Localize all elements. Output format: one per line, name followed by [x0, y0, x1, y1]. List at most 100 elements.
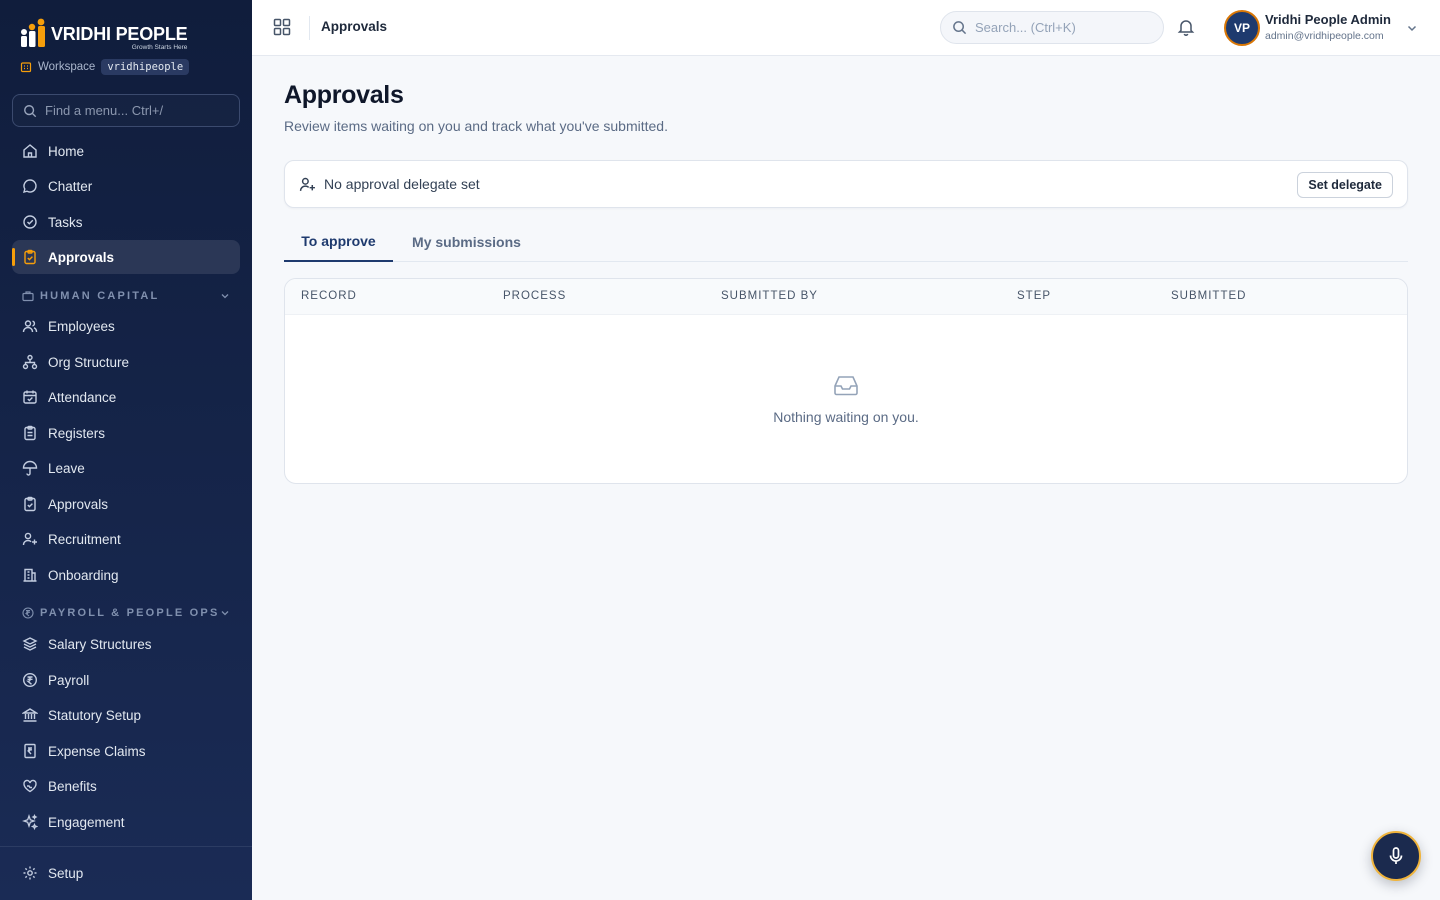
approvals-table: RECORD PROCESS SUBMITTED BY STEP SUBMITT… [284, 278, 1408, 484]
column-header-submitted[interactable]: SUBMITTED [1171, 290, 1246, 302]
clipboard-list-icon [24, 425, 36, 441]
column-header-step[interactable]: STEP [1017, 290, 1051, 302]
bell-icon[interactable] [1176, 17, 1196, 37]
brand-name: VRIDHI PEOPLE [51, 24, 188, 44]
home-icon [23, 144, 37, 158]
empty-state-text: Nothing waiting on you. [773, 409, 919, 425]
nav-onboarding[interactable]: Onboarding [12, 558, 240, 592]
check-circle-icon [23, 215, 37, 229]
nav-org-structure[interactable]: Org Structure [12, 345, 240, 379]
rupee-circle-icon [22, 672, 38, 688]
nav-label: Salary Structures [48, 636, 152, 652]
approval-tabs: To approve My submissions [284, 222, 1408, 262]
section-human-capital[interactable]: HUMAN CAPITAL [22, 286, 230, 306]
breadcrumb: Approvals [321, 19, 388, 34]
nav-label: Benefits [48, 778, 97, 794]
nav-engagement[interactable]: Engagement [12, 805, 240, 839]
sidebar-divider [0, 846, 252, 847]
calendar-check-icon [23, 390, 37, 404]
table-header: RECORD PROCESS SUBMITTED BY STEP SUBMITT… [285, 279, 1407, 315]
chevron-down-icon [221, 294, 229, 299]
brand-tagline: Growth Starts Here [131, 44, 188, 51]
delegate-banner: No approval delegate set Set delegate [284, 160, 1408, 208]
inbox-icon [834, 376, 858, 396]
nav-label: Onboarding [48, 567, 119, 583]
global-search[interactable] [940, 11, 1164, 44]
gear-icon [23, 866, 37, 880]
layers-icon [22, 637, 38, 651]
tab-my-submissions[interactable]: My submissions [399, 222, 534, 262]
delegate-status: No approval delegate set [324, 176, 480, 192]
chevron-down-icon[interactable] [1406, 22, 1418, 34]
nav-label: Payroll [48, 672, 90, 688]
menu-search[interactable] [12, 94, 240, 127]
nav-label: Chatter [48, 178, 93, 194]
global-search-input[interactable] [975, 20, 1155, 35]
topbar-divider [309, 16, 310, 40]
nav-benefits[interactable]: Benefits [12, 769, 240, 803]
clipboard-check-icon [24, 249, 36, 265]
users-icon [22, 320, 38, 333]
rupee-circle-icon [22, 607, 34, 619]
app-grid-icon[interactable] [272, 17, 292, 37]
search-icon [953, 21, 967, 35]
workspace-badge[interactable]: vridhipeople [101, 59, 190, 75]
nav-label: Approvals [48, 249, 115, 265]
logo-people-icon [21, 18, 45, 47]
building-icon [20, 62, 32, 73]
brand-logo[interactable]: VRIDHI PEOPLE Growth Starts Here [20, 18, 188, 51]
workspace-indicator: Workspace vridhipeople [20, 59, 190, 75]
nav-expense-claims[interactable]: Expense Claims [12, 734, 240, 768]
nav-label: Statutory Setup [48, 707, 142, 723]
building-icon [23, 568, 37, 582]
column-header-process[interactable]: PROCESS [503, 290, 566, 302]
menu-search-input[interactable] [45, 103, 225, 118]
nav-label: Org Structure [48, 354, 130, 370]
chat-icon [23, 179, 37, 193]
nav-chatter[interactable]: Chatter [12, 169, 240, 203]
workspace-label: Workspace [38, 61, 96, 73]
column-header-submitted-by[interactable]: SUBMITTED BY [721, 290, 818, 302]
nav-setup[interactable]: Setup [12, 856, 240, 890]
search-icon [24, 104, 37, 117]
nav-salary-structures[interactable]: Salary Structures [12, 627, 240, 661]
nav-label: Expense Claims [48, 743, 146, 759]
nav-label: Employees [48, 318, 115, 334]
column-header-record[interactable]: RECORD [301, 290, 357, 302]
user-plus-icon [299, 177, 315, 191]
set-delegate-button[interactable]: Set delegate [1297, 172, 1393, 198]
nav-approvals[interactable]: Approvals [12, 240, 240, 274]
voice-assistant-button[interactable] [1371, 831, 1421, 881]
nav-registers[interactable]: Registers [12, 416, 240, 450]
nav-label: Engagement [48, 814, 125, 830]
section-payroll[interactable]: PAYROLL & PEOPLE OPS [22, 603, 230, 623]
sidebar: VRIDHI PEOPLE Growth Starts Here Workspa… [0, 0, 252, 900]
nav-leave[interactable]: Leave [12, 451, 240, 485]
nav-label: Approvals [48, 496, 109, 512]
user-email: admin@vridhipeople.com [1265, 30, 1384, 42]
nav-label: Setup [48, 865, 84, 881]
nav-label: Registers [48, 425, 106, 441]
nav-payroll[interactable]: Payroll [12, 663, 240, 697]
nav-hc-approvals[interactable]: Approvals [12, 487, 240, 521]
section-title: HUMAN CAPITAL [40, 290, 160, 302]
section-title: PAYROLL & PEOPLE OPS [40, 607, 220, 619]
nav-recruitment[interactable]: Recruitment [12, 522, 240, 556]
heart-hand-icon [23, 779, 37, 793]
nav-home[interactable]: Home [12, 134, 240, 168]
nav-label: Attendance [48, 389, 117, 405]
nav-statutory-setup[interactable]: Statutory Setup [12, 698, 240, 732]
nav-employees[interactable]: Employees [12, 309, 240, 343]
nav-attendance[interactable]: Attendance [12, 380, 240, 414]
nav-tasks[interactable]: Tasks [12, 205, 240, 239]
avatar[interactable]: VP [1224, 10, 1260, 46]
nav-label: Leave [48, 460, 85, 476]
org-chart-icon [22, 354, 38, 370]
umbrella-icon [22, 460, 38, 476]
nav-label: Recruitment [48, 531, 121, 547]
receipt-icon [24, 743, 36, 759]
tab-to-approve[interactable]: To approve [284, 222, 393, 262]
user-name[interactable]: Vridhi People Admin [1265, 12, 1391, 27]
bank-icon [22, 708, 38, 722]
microphone-icon [1389, 847, 1403, 864]
